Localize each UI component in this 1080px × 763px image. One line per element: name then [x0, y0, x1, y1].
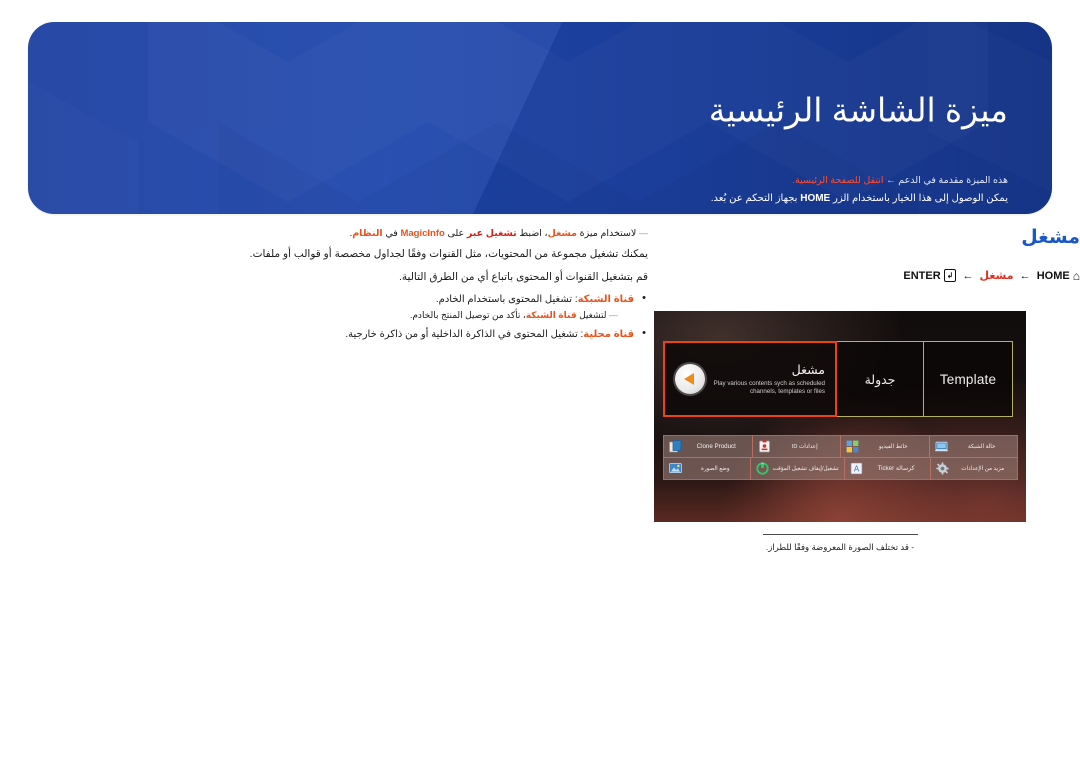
playback-method-list-2: قناة محلية: تشغيل المحتوى في الذاكرة الد… [0, 325, 648, 343]
banner-subtitle-link[interactable]: انتقل للصفحة الرئيسية. [792, 175, 883, 186]
breadcrumb-player[interactable]: مشغل [980, 270, 1014, 282]
on-off-timer-icon [756, 462, 769, 475]
more-settings-icon [936, 462, 949, 475]
section-title-player: مشغل [1021, 227, 1080, 248]
tv-cell-ticker[interactable]: A Ticker كرسالة [843, 457, 932, 480]
tv-cell-id-settings-label: إعدادات ID [791, 443, 818, 450]
tv-cell-on-off-timer-label: تشغيل/إيقاف تشغيل المؤقت [772, 465, 839, 472]
breadcrumb-arrow-2: ← [962, 270, 974, 282]
play-circle-icon [675, 364, 705, 394]
breadcrumb-arrow-1: ← [1019, 270, 1031, 282]
subnote-text-b: ، تأكد من توصيل المنتج بالخادم. [409, 310, 526, 320]
id-settings-icon [758, 440, 771, 453]
figure-caption: ‐ قد تختلف الصورة المعروضة وفقًا للطراز. [654, 534, 1026, 553]
tv-tile-player-label: مشغل [791, 363, 825, 377]
tv-settings-grid: Clone Product إعدادات ID حائط الفيديو حا… [663, 435, 1019, 480]
tv-cell-video-wall-label: حائط الفيديو [878, 443, 908, 450]
tv-cell-ticker-label: Ticker كرسالة [877, 464, 915, 472]
tv-ui: مشغل Play various contents sych as sched… [654, 311, 1026, 522]
body-right-column: مشغل ⌂ HOME ← مشغل ← ↲ ENTER [648, 226, 1080, 283]
subnote-dash: ― [609, 310, 618, 320]
caption-text: ‐ قد تختلف الصورة المعروضة وفقًا للطراز. [765, 542, 915, 552]
tv-tile-player-body: مشغل Play various contents sych as sched… [665, 362, 835, 396]
banner-remote-text-after: بجهاز التحكم عن بُعد. [710, 193, 798, 204]
subnote-term: قناة الشبكة [525, 310, 577, 320]
video-wall-icon [846, 440, 859, 453]
bullet-term-network-channel: قناة الشبكة [577, 294, 634, 305]
player-setting-note: ― لاستخدام ميزة مشغل، اضبط تشغيل عبر على… [0, 226, 648, 241]
bullet-text-network-channel: : تشغيل المحتوى باستخدام الخادم. [435, 294, 578, 305]
tv-cell-more-settings[interactable]: مزيد من الإعدادات [930, 457, 1019, 480]
note-term-player: مشغل [547, 228, 578, 239]
bullet-text-local-channel: : تشغيل المحتوى في الذاكرة الداخلية أو م… [345, 329, 584, 340]
note-term-playvia: تشغيل عبر [466, 228, 517, 239]
tv-cell-picture-mode[interactable]: وضع الصورة [663, 457, 751, 480]
network-status-icon [934, 440, 948, 453]
note-text-a: لاستخدام ميزة [579, 228, 637, 239]
list-item-local-channel: قناة محلية: تشغيل المحتوى في الذاكرة الد… [18, 325, 648, 343]
play-triangle-icon [684, 373, 694, 385]
banner-remote-key: HOME [800, 193, 831, 204]
tv-cell-network-status-label: حالة الشبكة [968, 443, 996, 450]
playback-method-list: قناة الشبكة: تشغيل المحتوى باستخدام الخا… [0, 290, 648, 308]
breadcrumb-enter[interactable]: ENTER [903, 270, 940, 282]
tv-cell-more-settings-label: مزيد من الإعدادات [961, 465, 1005, 472]
note-text-c: على [447, 228, 465, 239]
paragraph-playback-methods: قم بتشغيل القنوات أو المحتوى باتباع أي م… [399, 271, 648, 283]
network-channel-subnote: ― لتشغيل قناة الشبكة، تأكد من توصيل المن… [0, 308, 648, 322]
clone-product-icon [669, 440, 682, 453]
page-header-banner: ميزة الشاشة الرئيسية هذه الميزة مقدمة في… [28, 22, 1052, 214]
home-icon: ⌂ [1072, 269, 1080, 283]
ticker-icon: A [850, 462, 863, 475]
tv-main-tiles: مشغل Play various contents sych as sched… [663, 341, 1017, 417]
body-left-column: ― لاستخدام ميزة مشغل، اضبط تشغيل عبر على… [0, 226, 648, 343]
tv-tile-template-label: Template [939, 371, 997, 387]
tv-tile-player[interactable]: مشغل Play various contents sych as sched… [663, 341, 837, 417]
enter-key-icon: ↲ [943, 269, 957, 282]
note-term-magicinfo: MagicInfo [400, 228, 445, 239]
tv-cell-on-off-timer[interactable]: تشغيل/إيقاف تشغيل المؤقت [749, 457, 845, 480]
banner-subtitle-prefix: هذه الميزة مقدمة في الدعم ← [886, 175, 1008, 186]
banner-remote-text-before: يمكن الوصول إلى هذا الخيار باستخدام الزر [833, 193, 1008, 204]
tv-cell-clone-product-label: Clone Product [696, 442, 736, 450]
note-dash: ― [639, 228, 648, 238]
list-item-network-channel: قناة الشبكة: تشغيل المحتوى باستخدام الخا… [18, 290, 648, 308]
page-title: ميزة الشاشة الرئيسية [708, 91, 1008, 129]
tv-cell-video-wall[interactable]: حائط الفيديو [840, 435, 930, 458]
breadcrumb-home[interactable]: HOME [1037, 270, 1070, 282]
tv-tile-schedule-label: جدولة [864, 372, 896, 387]
tv-cell-id-settings[interactable]: إعدادات ID [751, 435, 841, 458]
tv-cell-clone-product[interactable]: Clone Product [663, 435, 753, 458]
tv-cell-network-status[interactable]: حالة الشبكة [928, 435, 1018, 458]
note-term-system: النظام [352, 228, 383, 239]
bullet-term-local-channel: قناة محلية [583, 329, 634, 340]
tv-settings-row-1: Clone Product إعدادات ID حائط الفيديو حا… [663, 435, 1018, 458]
paragraph-contents-overview: يمكنك تشغيل مجموعة من المحتويات، مثل الق… [249, 248, 648, 260]
tv-settings-row-2: وضع الصورة تشغيل/إيقاف تشغيل المؤقت A Ti… [663, 457, 1019, 480]
caption-divider [762, 534, 918, 535]
tv-tile-schedule[interactable]: جدولة [836, 341, 924, 417]
breadcrumb: ⌂ HOME ← مشغل ← ↲ ENTER [648, 269, 1080, 283]
tv-cell-picture-mode-label: وضع الصورة [701, 465, 730, 472]
tv-tile-template[interactable]: Template [923, 341, 1013, 417]
tv-tile-player-texts: مشغل Play various contents sych as sched… [713, 362, 825, 396]
note-text-d: في [385, 228, 398, 239]
subnote-text-a: لتشغيل [579, 310, 607, 320]
note-text-b: ، اضبط [519, 228, 548, 239]
tv-home-screen-screenshot: مشغل Play various contents sych as sched… [654, 311, 1026, 522]
banner-subtitle-support: هذه الميزة مقدمة في الدعم ← انتقل للصفحة… [792, 175, 1008, 186]
banner-subtitle-remote: يمكن الوصول إلى هذا الخيار باستخدام الزر… [711, 193, 1008, 204]
tv-tile-player-description: Play various contents sych as scheduled … [713, 380, 825, 395]
svg-text:A: A [854, 464, 860, 473]
picture-mode-icon [669, 462, 682, 475]
